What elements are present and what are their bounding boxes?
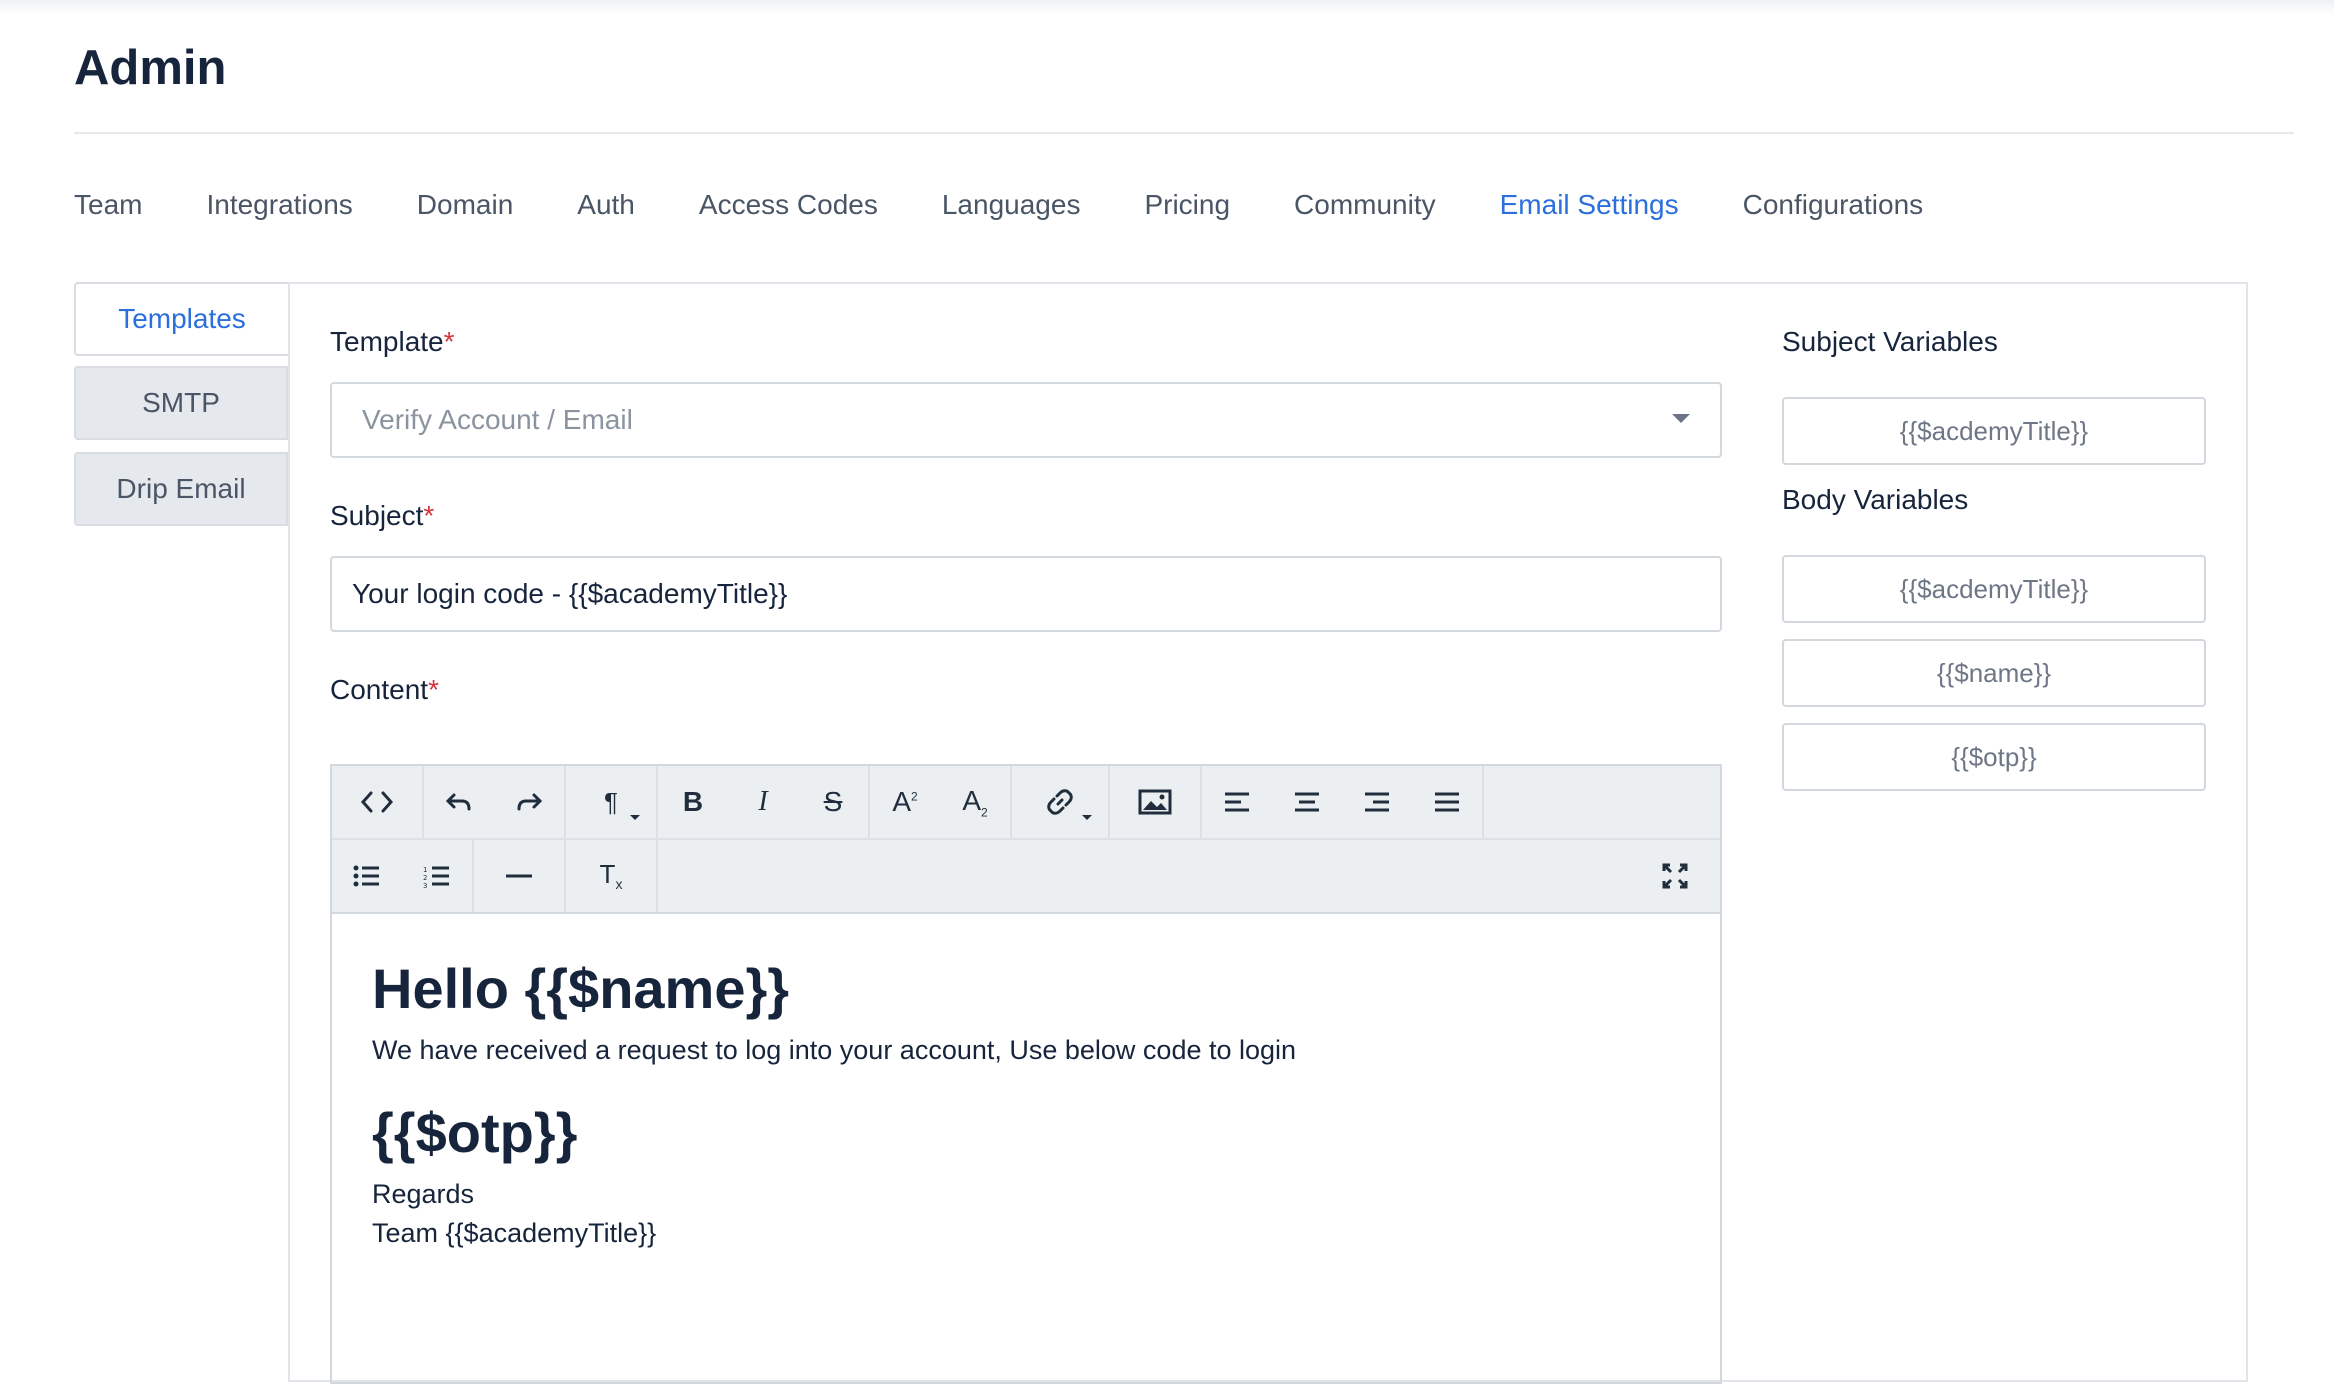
toolbar-row: ¶ B I S A2 A2 [332, 766, 1720, 838]
settings-sidenav: Templates SMTP Drip Email [74, 282, 288, 538]
content-heading-otp: {{$otp}} [372, 1101, 578, 1164]
align-right-icon[interactable] [1342, 766, 1412, 838]
tab-team[interactable]: Team [74, 184, 142, 226]
toolbar-right [1640, 840, 1710, 912]
tab-domain[interactable]: Domain [417, 184, 513, 226]
subject-variables-title: Subject Variables [1782, 326, 1998, 357]
body-variable-otp[interactable]: {{$otp}} [1782, 723, 2206, 791]
toolbar-group: 123 [332, 840, 474, 912]
toolbar-group: Tx [566, 840, 658, 912]
toolbar-group [1202, 766, 1484, 838]
tab-email-settings[interactable]: Email Settings [1500, 184, 1679, 226]
template-label: Template* [330, 326, 455, 358]
toolbar-group [1012, 766, 1110, 838]
divider [74, 132, 2294, 134]
bullet-list-icon[interactable] [332, 840, 402, 912]
link-icon[interactable] [1012, 766, 1108, 838]
clear-format-icon[interactable]: Tx [566, 840, 656, 912]
numbered-list-icon[interactable]: 123 [402, 840, 472, 912]
code-view-icon[interactable] [332, 766, 422, 838]
align-justify-icon[interactable] [1412, 766, 1482, 838]
redo-icon[interactable] [494, 766, 564, 838]
dropdown-caret-icon [630, 815, 640, 820]
rich-text-editor: ¶ B I S A2 A2 1 2 3 Tx Hello {{$name}} W… [330, 764, 1722, 1384]
subscript-icon[interactable]: A2 [940, 766, 1010, 838]
bold-icon[interactable]: B [658, 766, 728, 838]
horizontal-rule-icon[interactable] [474, 840, 564, 912]
content-team-signature: Team {{$academyTitle}} [372, 1218, 657, 1248]
content-label-text: Content [330, 674, 429, 705]
strikethrough-icon[interactable]: S [798, 766, 868, 838]
sidenav-item-drip-email[interactable]: Drip Email [74, 452, 288, 526]
undo-icon[interactable] [424, 766, 494, 838]
image-icon[interactable] [1110, 766, 1200, 838]
toolbar-group [332, 766, 424, 838]
toolbar-group: A2 A2 [870, 766, 1012, 838]
paragraph-format-icon[interactable]: ¶ [566, 766, 656, 838]
svg-text:2: 2 [423, 874, 427, 882]
content-paragraph: We have received a request to log into y… [372, 1035, 1297, 1065]
body-variables-title: Body Variables [1782, 484, 1969, 515]
tab-pricing[interactable]: Pricing [1144, 184, 1230, 226]
template-label-text: Template [330, 326, 444, 357]
tab-auth[interactable]: Auth [577, 184, 635, 226]
content-label: Content* [330, 674, 439, 706]
tab-integrations[interactable]: Integrations [206, 184, 352, 226]
subject-variable-academy-title[interactable]: {{$acdemyTitle}} [1782, 397, 2206, 465]
chevron-down-icon [1672, 414, 1690, 423]
editor-content[interactable]: Hello {{$name}} We have received a reque… [332, 914, 1720, 1281]
body-variable-name[interactable]: {{$name}} [1782, 639, 2206, 707]
superscript-icon[interactable]: A2 [870, 766, 940, 838]
dropdown-caret-icon [1082, 815, 1092, 820]
subject-label-text: Subject [330, 500, 424, 531]
tab-languages[interactable]: Languages [942, 184, 1081, 226]
svg-text:1: 1 [423, 866, 427, 874]
main-tabs: Team Integrations Domain Auth Access Cod… [74, 184, 1987, 226]
sidenav-item-smtp[interactable]: SMTP [74, 366, 288, 440]
align-left-icon[interactable] [1202, 766, 1272, 838]
content-heading-greeting: Hello {{$name}} [372, 957, 790, 1020]
toolbar-group [1110, 766, 1202, 838]
align-center-icon[interactable] [1272, 766, 1342, 838]
italic-icon[interactable]: I [728, 766, 798, 838]
sidenav-item-templates[interactable]: Templates [74, 282, 288, 356]
page-title: Admin [74, 41, 227, 95]
toolbar-group: ¶ [566, 766, 658, 838]
subject-label: Subject* [330, 500, 434, 532]
fullscreen-icon[interactable] [1640, 840, 1710, 912]
required-mark: * [423, 500, 435, 531]
tab-community[interactable]: Community [1294, 184, 1436, 226]
toolbar-group [424, 766, 566, 838]
required-mark: * [428, 674, 439, 705]
top-shadow [0, 0, 2334, 14]
toolbar-row: 123 Tx [332, 838, 1720, 912]
body-variable-academy-title[interactable]: {{$acdemyTitle}} [1782, 555, 2206, 623]
required-mark: * [443, 326, 455, 357]
subject-input-value: Your login code - {{$academyTitle}} [352, 578, 788, 609]
content-regards: Regards [372, 1179, 475, 1209]
subject-input[interactable]: Your login code - {{$academyTitle}} [330, 556, 1722, 632]
svg-text:3: 3 [423, 882, 427, 888]
tab-configurations[interactable]: Configurations [1743, 184, 1924, 226]
toolbar-group: B I S [658, 766, 870, 838]
template-select[interactable]: Verify Account / Email [330, 382, 1722, 458]
toolbar-group [474, 840, 566, 912]
editor-toolbar: ¶ B I S A2 A2 1 2 3 Tx [332, 766, 1720, 914]
tab-access-codes[interactable]: Access Codes [699, 184, 878, 226]
template-select-value: Verify Account / Email [362, 404, 633, 435]
